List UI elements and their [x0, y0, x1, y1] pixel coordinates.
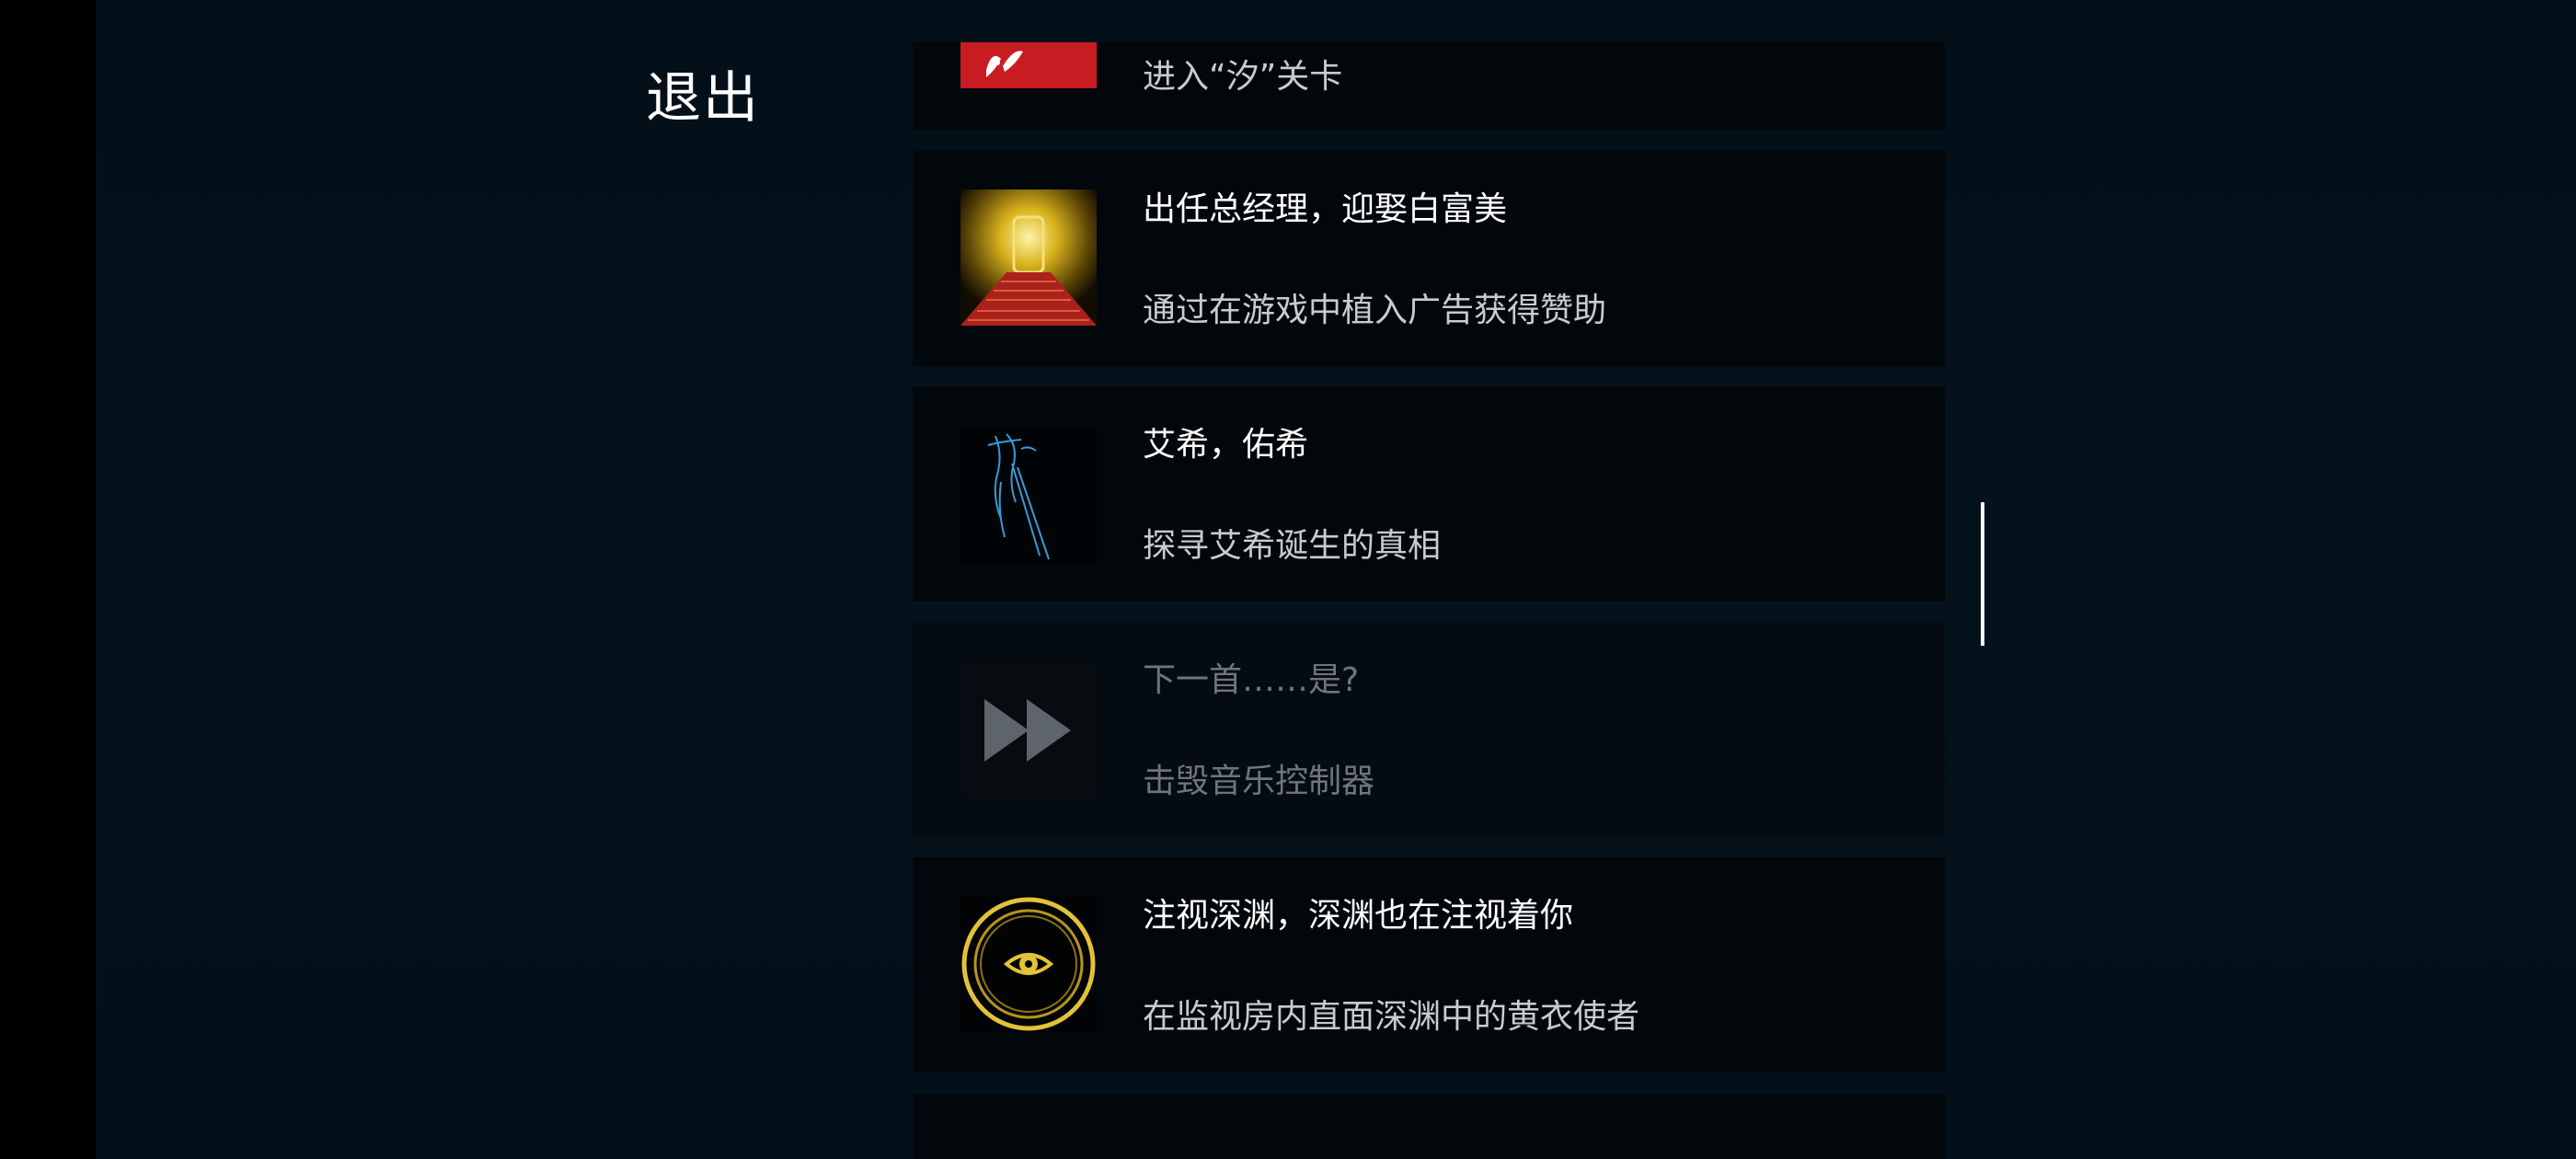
game-screen: 退出 进入“汐”关卡 出任总经理，迎娶白富美 通过在游戏中植入广告获得赞助 艾希…: [0, 0, 2576, 1159]
achievement-title: 艾希，佑希: [1143, 426, 1309, 464]
achievement-description: 击毁音乐控制器: [1143, 763, 1375, 800]
achievement-description: 在监视房内直面深渊中的黄衣使者: [1143, 998, 1640, 1036]
achievement-title: 注视深渊，深渊也在注视着你: [1143, 897, 1574, 935]
achievement-card-ashe[interactable]: 艾希，佑希 探寻艾希诞生的真相: [913, 386, 1945, 602]
red-crest-icon: [960, 42, 1097, 88]
achievement-card-enter-xi[interactable]: 进入“汐”关卡: [913, 42, 1945, 131]
achievement-description: 进入“汐”关卡: [1143, 58, 1343, 96]
scroll-indicator[interactable]: [1981, 502, 1984, 646]
achievement-card-general-manager[interactable]: 出任总经理，迎娶白富美 通过在游戏中植入广告获得赞助: [913, 151, 1945, 366]
achievement-description: 探寻艾希诞生的真相: [1143, 527, 1442, 565]
achievement-card-next[interactable]: [913, 1095, 1945, 1159]
achievement-title: 下一首……是?: [1143, 661, 1360, 699]
fast-forward-icon: [960, 662, 1097, 798]
achievement-list[interactable]: 进入“汐”关卡 出任总经理，迎娶白富美 通过在游戏中植入广告获得赞助 艾希，佑希…: [913, 0, 1945, 1159]
blue-scythe-figure-icon: [960, 427, 1097, 563]
eye-seal-icon: [960, 896, 1097, 1032]
achievement-description: 通过在游戏中植入广告获得赞助: [1143, 292, 1607, 329]
achievement-title: 出任总经理，迎娶白富美: [1143, 190, 1508, 228]
exit-button[interactable]: 退出: [646, 53, 760, 133]
achievement-card-next-song[interactable]: 下一首……是? 击毁音乐控制器: [913, 622, 1945, 837]
golden-throne-icon: [960, 189, 1097, 326]
left-black-bar: [0, 0, 96, 1159]
achievement-card-abyss[interactable]: 注视深渊，深渊也在注视着你 在监视房内直面深渊中的黄衣使者: [913, 857, 1945, 1073]
achievements-screen: 退出 进入“汐”关卡 出任总经理，迎娶白富美 通过在游戏中植入广告获得赞助 艾希…: [96, 0, 2576, 1159]
